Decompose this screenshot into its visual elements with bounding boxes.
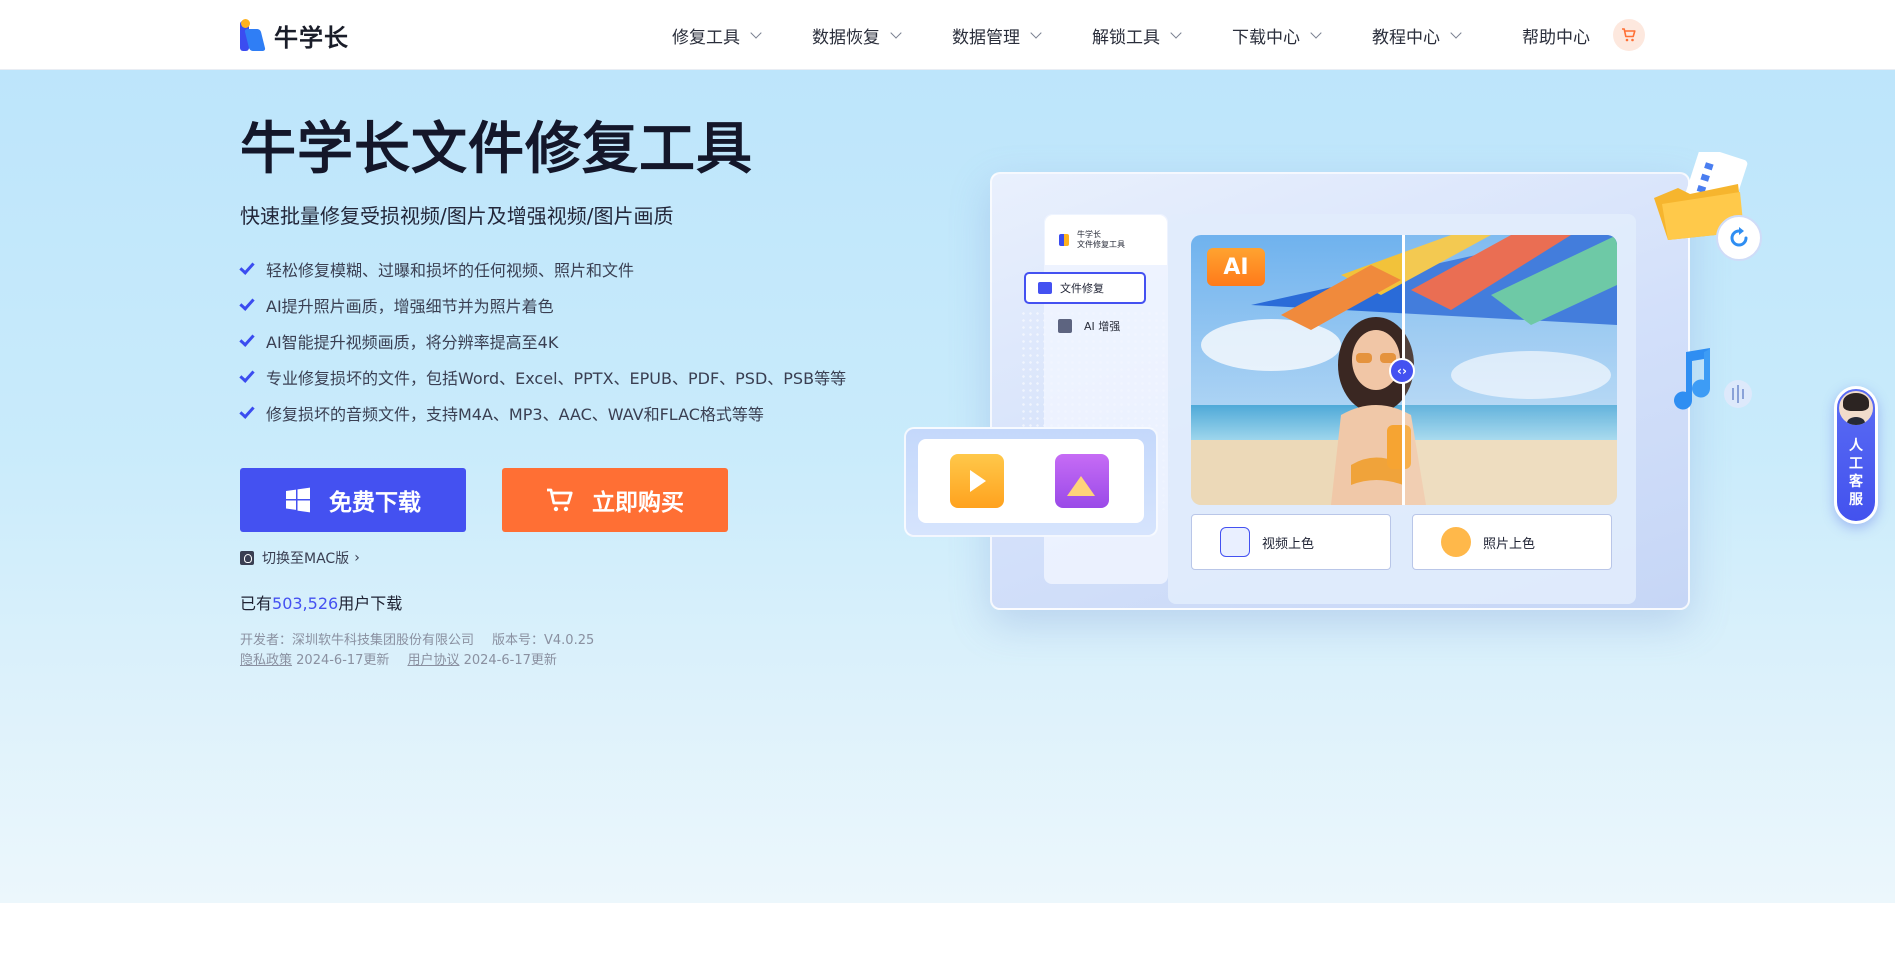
chevron-down-icon	[750, 27, 762, 39]
tool-card-photo-colorize: 照片上色	[1412, 514, 1612, 570]
developer-info: 开发者：深圳软牛科技集团股份有限公司	[240, 633, 475, 648]
nav-label: 下载中心	[1232, 27, 1300, 48]
feature-text: 专业修复损坏的文件，包括Word、Excel、PPTX、EPUB、PDF、PSD…	[266, 369, 847, 388]
refresh-icon	[1730, 227, 1748, 247]
music-note-icon	[1674, 348, 1752, 410]
buy-now-label: 立即购买	[592, 490, 684, 516]
policy-links: 隐私政策 2024-6-17更新 用户协议 2024-6-17更新	[240, 649, 557, 668]
cart-icon	[547, 488, 573, 512]
compare-slider-handle-icon: ‹›	[1389, 358, 1415, 384]
feature-item: AI智能提升视频画质，将分辨率提高至4K	[239, 323, 846, 359]
app-brand-illustration: 牛学长 文件修复工具	[1045, 215, 1167, 265]
check-icon	[239, 331, 255, 347]
customer-service-button[interactable]: 人工客服	[1834, 386, 1878, 524]
check-icon	[239, 367, 255, 383]
switch-to-mac-label: 切换至MAC版	[262, 551, 350, 567]
check-icon	[239, 403, 255, 419]
customer-service-label: 人工客服	[1849, 438, 1863, 508]
sidebar-item-file-repair: 文件修复	[1024, 272, 1146, 304]
terms-update-date: 2024-6-17更新	[463, 653, 557, 668]
cart-icon	[1622, 28, 1636, 42]
sidebar-item-ai-enhance: AI 增强	[1058, 318, 1120, 334]
chevron-down-icon	[1450, 27, 1462, 39]
app-name: 牛学长 文件修复工具	[1077, 230, 1125, 250]
free-download-label: 免费下载	[329, 490, 421, 516]
sidebar-item-label: AI 增强	[1084, 320, 1121, 333]
chevron-down-icon	[1030, 27, 1042, 39]
chevron-right-icon: ›	[354, 550, 360, 566]
buy-now-button[interactable]: 立即购买	[502, 468, 728, 532]
tool-card-label: 照片上色	[1483, 536, 1536, 552]
magic-wand-icon	[1058, 319, 1072, 333]
feature-item: 专业修复损坏的文件，包括Word、Excel、PPTX、EPUB、PDF、PSD…	[239, 359, 847, 395]
nav-item-unlock-tools[interactable]: 解锁工具	[1092, 23, 1182, 48]
download-count-suffix: 用户下载	[338, 594, 403, 613]
nav-item-tutorial-center[interactable]: 教程中心	[1372, 23, 1462, 48]
nav-label: 教程中心	[1372, 27, 1440, 48]
version-info: 版本号：V4.0.25	[492, 633, 595, 648]
feature-text: AI智能提升视频画质，将分辨率提高至4K	[266, 333, 559, 352]
check-icon	[239, 295, 255, 311]
cart-button[interactable]	[1613, 19, 1645, 51]
agent-avatar	[1839, 391, 1873, 425]
free-download-button[interactable]: 免费下载	[240, 468, 466, 532]
download-count: 已有503,526用户下载	[240, 590, 402, 614]
tool-card-video-colorize: 视频上色	[1191, 514, 1391, 570]
refresh-circle-icon	[1716, 215, 1762, 261]
page-subtitle: 快速批量修复受损视频/图片及增强视频/图片画质	[240, 204, 674, 228]
nav-item-download-center[interactable]: 下载中心	[1232, 23, 1322, 48]
feature-item: 轻松修复模糊、过曝和损坏的任何视频、照片和文件	[239, 251, 846, 287]
nav-label: 解锁工具	[1092, 27, 1160, 48]
privacy-policy-link[interactable]: 隐私政策	[240, 653, 292, 668]
nav-item-help-center[interactable]: 帮助中心	[1522, 23, 1590, 48]
download-count-number: 503,526	[272, 594, 339, 613]
chevron-down-icon	[890, 27, 902, 39]
feature-text: 轻松修复模糊、过曝和损坏的任何视频、照片和文件	[266, 261, 635, 280]
app-logo-icon	[1059, 234, 1069, 246]
nav-label: 数据管理	[952, 27, 1020, 48]
page-title: 牛学长文件修复工具	[240, 117, 753, 182]
privacy-update-date: 2024-6-17更新	[296, 653, 390, 668]
logo-text: 牛学长	[274, 23, 349, 52]
folder-icon	[1038, 282, 1052, 294]
nav-label: 帮助中心	[1522, 27, 1590, 48]
nav-label: 修复工具	[672, 27, 740, 48]
feature-text: AI提升照片画质，增强细节并为照片着色	[266, 297, 554, 316]
nav-item-data-recovery[interactable]: 数据恢复	[812, 23, 902, 48]
app-name-line1: 牛学长	[1077, 230, 1101, 239]
check-icon	[239, 259, 255, 275]
feature-text: 修复损坏的音频文件，支持M4A、MP3、AAC、WAV和FLAC格式等等	[266, 405, 764, 424]
palette-icon	[1441, 527, 1471, 557]
ai-badge: AI	[1207, 248, 1265, 286]
video-file-icon	[950, 454, 1004, 508]
feature-item: AI提升照片画质，增强细节并为照片着色	[239, 287, 846, 323]
nav-item-data-management[interactable]: 数据管理	[952, 23, 1042, 48]
switch-to-mac-link[interactable]: 切换至MAC版 ›	[240, 548, 360, 568]
feature-list: 轻松修复模糊、过曝和损坏的任何视频、照片和文件 AI提升照片画质，增强细节并为照…	[239, 251, 847, 431]
video-color-icon	[1220, 527, 1250, 557]
feature-item: 修复损坏的音频文件，支持M4A、MP3、AAC、WAV和FLAC格式等等	[239, 395, 846, 431]
mac-finder-icon	[240, 551, 254, 565]
nav-item-repair-tools[interactable]: 修复工具	[672, 23, 762, 48]
app-name-line2: 文件修复工具	[1077, 240, 1125, 249]
user-agreement-link[interactable]: 用户协议	[407, 653, 459, 668]
page-below-hero	[0, 903, 1895, 962]
nav-label: 数据恢复	[812, 27, 880, 48]
logo-mark-icon	[240, 19, 266, 51]
chevron-down-icon	[1170, 27, 1182, 39]
windows-icon	[286, 487, 310, 513]
sidebar-item-label: 文件修复	[1060, 282, 1104, 295]
tool-card-label: 视频上色	[1262, 536, 1315, 552]
product-meta: 开发者：深圳软牛科技集团股份有限公司 版本号：V4.0.25	[240, 629, 594, 648]
top-header: 牛学长 修复工具 数据恢复 数据管理 解锁工具 下载中心 教程中心 帮助中心	[0, 0, 1895, 70]
main-nav: 修复工具 数据恢复 数据管理 解锁工具 下载中心 教程中心 帮助中心	[672, 0, 1590, 70]
chevron-down-icon	[1310, 27, 1322, 39]
site-logo[interactable]: 牛学长	[240, 19, 349, 52]
image-file-icon	[1055, 454, 1109, 508]
download-count-prefix: 已有	[240, 594, 273, 613]
